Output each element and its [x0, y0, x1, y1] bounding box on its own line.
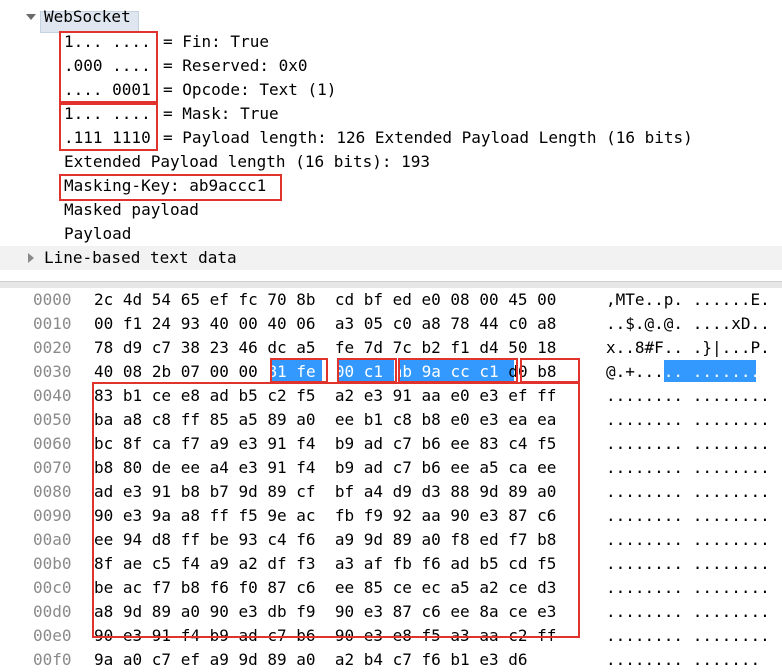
- row-offset: 0050: [33, 410, 72, 429]
- row-offset: 00e0: [33, 626, 72, 645]
- row-offset: 0010: [33, 314, 72, 333]
- collapse-arrow-icon[interactable]: [26, 14, 36, 20]
- field-masked-payload[interactable]: Masked payload: [0, 198, 782, 222]
- tree-node-websocket[interactable]: WebSocket: [0, 5, 782, 33]
- row-offset: 0020: [33, 338, 72, 357]
- hex-row[interactable]: 0000 2c 4d 54 65 ef fc 70 8b cd bf ed e0 …: [0, 288, 782, 312]
- row-offset: 0080: [33, 482, 72, 501]
- annotation-box-masked-payload: [92, 382, 580, 638]
- label-masked-payload: Masked payload: [64, 200, 199, 219]
- packet-details-pane[interactable]: WebSocket 1... .... = Fin: True .000 ...…: [0, 0, 782, 284]
- hex-row[interactable]: 0010 00 f1 24 93 40 00 40 06 a3 05 c0 a8 …: [0, 312, 782, 336]
- annotation-box-length-bytes: [337, 358, 397, 383]
- row-offset: 00a0: [33, 530, 72, 549]
- row-offset: 00d0: [33, 602, 72, 621]
- row-ascii[interactable]: ........ .......: [606, 648, 760, 672]
- row-offset: 0060: [33, 434, 72, 453]
- expand-arrow-icon[interactable]: [28, 253, 34, 263]
- row-ascii[interactable]: @.+..... ........: [606, 360, 770, 384]
- row-hex-bytes[interactable]: 2c 4d 54 65 ef fc 70 8b cd bf ed e0 08 0…: [94, 288, 556, 312]
- annotation-box-flags: [59, 31, 158, 103]
- label-payload: Payload: [64, 224, 132, 243]
- row-offset: 0070: [33, 458, 72, 477]
- label-extended-payload: Extended Payload length (16 bits): 193: [64, 152, 431, 171]
- row-ascii[interactable]: ........ ........: [606, 552, 770, 576]
- row-ascii[interactable]: ........ ........: [606, 576, 770, 600]
- label-opcode: = Opcode: Text (1): [163, 80, 337, 99]
- row-offset: 00b0: [33, 554, 72, 573]
- row-ascii[interactable]: ........ ........: [606, 504, 770, 528]
- row-ascii[interactable]: ........ ........: [606, 384, 770, 408]
- row-ascii[interactable]: ..$.@.@. ....xD..: [606, 312, 770, 336]
- annotation-box-payload-start: [520, 358, 580, 383]
- row-ascii[interactable]: ,MTe..p. ......E.: [606, 288, 770, 312]
- row-offset: 0000: [33, 290, 72, 309]
- row-ascii[interactable]: ........ ........: [606, 624, 770, 648]
- annotation-box-header-bytes: [270, 358, 328, 383]
- field-payload[interactable]: Payload: [0, 222, 782, 246]
- hex-row[interactable]: 00f0 9a a0 c7 ef a9 9d 89 a0 a2 b4 c7 f6 …: [0, 648, 782, 672]
- annotation-box-mask-length: [59, 103, 158, 151]
- annotation-box-key-bytes: [398, 358, 518, 383]
- row-offset: 00f0: [33, 650, 72, 669]
- row-hex-bytes[interactable]: 9a a0 c7 ef a9 9d 89 a0 a2 b4 c7 f6 b1 e…: [94, 648, 527, 672]
- packet-bytes-pane[interactable]: 0000 2c 4d 54 65 ef fc 70 8b cd bf ed e0 …: [0, 288, 782, 669]
- hex-row[interactable]: 0020 78 d9 c7 38 23 46 dc a5 fe 7d 7c b2 …: [0, 336, 782, 360]
- row-offset: 0090: [33, 506, 72, 525]
- row-ascii[interactable]: ........ ........: [606, 408, 770, 432]
- annotation-box-masking-key: [59, 174, 282, 201]
- row-ascii[interactable]: ........ ........: [606, 456, 770, 480]
- row-offset: 0040: [33, 386, 72, 405]
- row-ascii[interactable]: ........ ........: [606, 600, 770, 624]
- label-line-based: Line-based text data: [44, 248, 237, 267]
- label-mask: = Mask: True: [163, 104, 279, 123]
- row-ascii[interactable]: x..8#F.. .}|...P.: [606, 336, 770, 360]
- row-hex-bytes[interactable]: 78 d9 c7 38 23 46 dc a5 fe 7d 7c b2 f1 d…: [94, 336, 556, 360]
- label-fin: = Fin: True: [163, 32, 269, 51]
- tree-node-line-based-text[interactable]: Line-based text data: [0, 246, 782, 270]
- label-reserved: = Reserved: 0x0: [163, 56, 308, 75]
- row-offset: 0030: [33, 362, 72, 381]
- row-ascii[interactable]: ........ ........: [606, 480, 770, 504]
- row-ascii[interactable]: ........ ........: [606, 432, 770, 456]
- row-ascii[interactable]: ........ ........: [606, 528, 770, 552]
- label-payload-length: = Payload length: 126 Extended Payload L…: [163, 128, 693, 147]
- row-offset: 00c0: [33, 578, 72, 597]
- row-hex-bytes[interactable]: 00 f1 24 93 40 00 40 06 a3 05 c0 a8 78 4…: [94, 312, 556, 336]
- field-extended-payload[interactable]: Extended Payload length (16 bits): 193: [0, 150, 782, 174]
- websocket-label: WebSocket: [44, 7, 131, 26]
